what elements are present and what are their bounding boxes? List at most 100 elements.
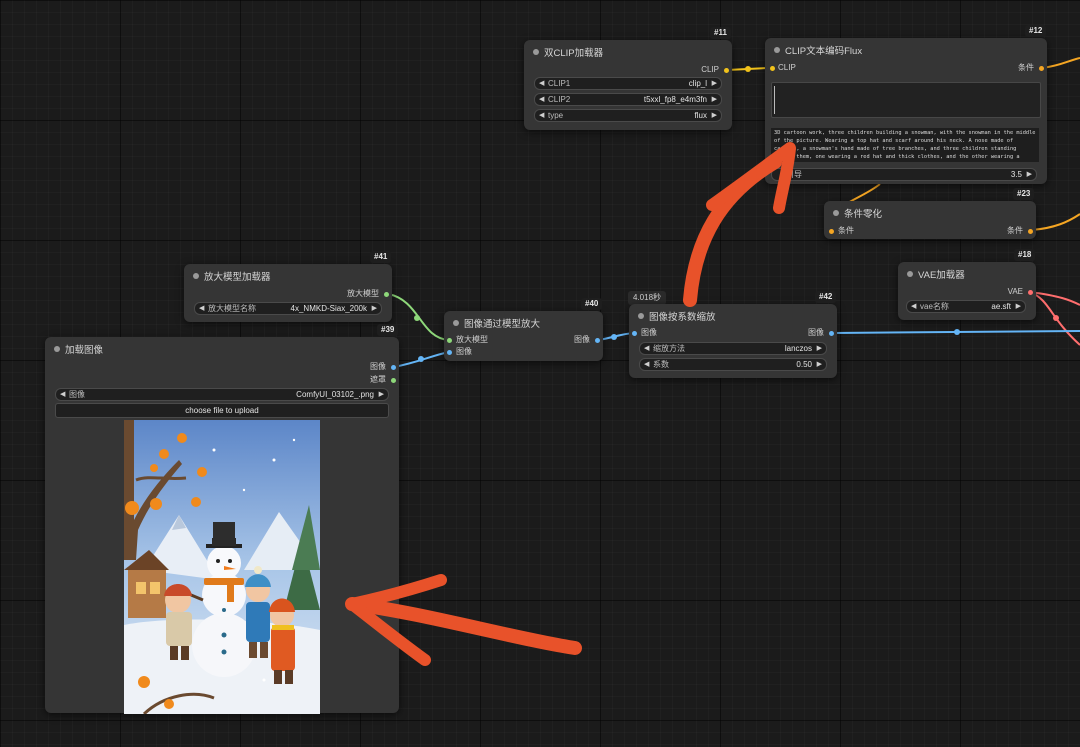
increment-icon[interactable]: ▶ bbox=[379, 389, 384, 400]
increment-icon[interactable]: ▶ bbox=[712, 78, 717, 89]
collapse-dot[interactable] bbox=[533, 49, 539, 55]
output-port-upscale-model[interactable] bbox=[384, 292, 389, 297]
widget-image-file[interactable]: ◀ 图像 ComfyUI_03102_.png ▶ bbox=[55, 388, 389, 401]
increment-icon[interactable]: ▶ bbox=[817, 343, 822, 354]
output-port-conditioning[interactable] bbox=[1039, 66, 1044, 71]
increment-icon[interactable]: ▶ bbox=[372, 303, 377, 314]
widget-value: 0.50 bbox=[796, 360, 812, 369]
widget-type[interactable]: ◀ type flux ▶ bbox=[534, 109, 722, 122]
output-port-clip[interactable] bbox=[724, 68, 729, 73]
input-port-upscale-model[interactable] bbox=[447, 338, 452, 343]
output-label: 图像 bbox=[574, 335, 590, 344]
wire-vae-out bbox=[1029, 291, 1080, 346]
output-label: 放大模型 bbox=[347, 289, 379, 298]
node-header[interactable]: 放大模型加载器 bbox=[184, 264, 392, 288]
upload-button[interactable]: choose file to upload bbox=[55, 403, 389, 418]
node-header[interactable]: 加载图像 bbox=[45, 337, 399, 361]
node-dual-clip-loader[interactable]: 双CLIP加载器 CLIP ◀ CLIP1 clip_l ▶ ◀ CLIP2 t… bbox=[524, 40, 732, 130]
output-port-vae[interactable] bbox=[1028, 290, 1033, 295]
annotation-arrow-prompt bbox=[683, 155, 782, 307]
output-label: CLIP bbox=[701, 65, 719, 74]
increment-icon[interactable]: ▶ bbox=[712, 94, 717, 105]
node-id-badge: #23 bbox=[1013, 188, 1035, 200]
wire-reroute-dot bbox=[1053, 315, 1059, 321]
widget-clip2[interactable]: ◀ CLIP2 t5xxl_fp8_e4m3fn ▶ bbox=[534, 93, 722, 106]
output-port-mask[interactable] bbox=[391, 378, 396, 383]
decrement-icon[interactable]: ◀ bbox=[539, 78, 544, 89]
wire-conditioning-out bbox=[1041, 57, 1080, 69]
increment-icon[interactable]: ▶ bbox=[712, 110, 717, 121]
output-label: 条件 bbox=[1007, 226, 1023, 235]
node-image-upscale-with-model[interactable]: 图像通过模型放大 放大模型 图像 图像 bbox=[444, 311, 603, 361]
decrement-icon[interactable]: ◀ bbox=[539, 110, 544, 121]
widget-clip1[interactable]: ◀ CLIP1 clip_l ▶ bbox=[534, 77, 722, 90]
widget-label: CLIP2 bbox=[548, 95, 571, 104]
collapse-dot[interactable] bbox=[833, 210, 839, 216]
node-clip-text-encode-flux[interactable]: CLIP文本编码Flux CLIP 条件 3D cartoon work, th… bbox=[765, 38, 1047, 184]
input-port-conditioning[interactable] bbox=[829, 229, 834, 234]
increment-icon[interactable]: ▶ bbox=[817, 359, 822, 370]
node-title: 双CLIP加载器 bbox=[544, 48, 604, 59]
wire-reroute-dot bbox=[954, 329, 960, 335]
wire-conditioning-zero-out bbox=[1031, 213, 1080, 231]
node-header[interactable]: 条件零化 bbox=[824, 201, 1036, 225]
widget-label: type bbox=[548, 111, 564, 120]
input-port-image[interactable] bbox=[632, 331, 637, 336]
t5xxl-prompt-input[interactable]: 3D cartoon work, three children building… bbox=[771, 128, 1039, 162]
widget-label: 图像 bbox=[69, 390, 85, 399]
wire-reroute-dot bbox=[418, 356, 424, 362]
decrement-icon[interactable]: ◀ bbox=[539, 94, 544, 105]
collapse-dot[interactable] bbox=[453, 320, 459, 326]
increment-icon[interactable]: ▶ bbox=[1016, 301, 1021, 312]
decrement-icon[interactable]: ◀ bbox=[644, 343, 649, 354]
node-header[interactable]: CLIP文本编码Flux bbox=[765, 38, 1047, 62]
output-port-image[interactable] bbox=[391, 365, 396, 370]
decrement-icon[interactable]: ◀ bbox=[199, 303, 204, 314]
clip-l-text-input[interactable] bbox=[771, 82, 1041, 118]
input-label: 放大模型 bbox=[456, 335, 488, 344]
collapse-dot[interactable] bbox=[54, 346, 60, 352]
widget-value: ComfyUI_03102_.png bbox=[296, 390, 374, 399]
node-title: 条件零化 bbox=[844, 209, 883, 220]
input-port-image[interactable] bbox=[447, 350, 452, 355]
widget-label: vae名称 bbox=[920, 302, 949, 311]
node-id-badge: #41 bbox=[370, 251, 392, 263]
node-title: 图像通过模型放大 bbox=[464, 319, 541, 330]
wire-image-load bbox=[393, 351, 450, 368]
collapse-dot[interactable] bbox=[774, 47, 780, 53]
widget-scale-by[interactable]: ◀ 系数 0.50 ▶ bbox=[639, 358, 827, 371]
node-vae-loader[interactable]: VAE加载器 VAE ◀ vae名称 ae.sft ▶ bbox=[898, 262, 1036, 320]
widget-vae-name[interactable]: ◀ vae名称 ae.sft ▶ bbox=[906, 300, 1026, 313]
widget-upscale-model-name[interactable]: ◀ 放大模型名称 4x_NMKD-Siax_200k ▶ bbox=[194, 302, 382, 315]
input-label: 条件 bbox=[838, 226, 854, 235]
output-label: 图像 bbox=[808, 328, 824, 337]
node-header[interactable]: 图像通过模型放大 bbox=[444, 311, 603, 335]
node-header[interactable]: VAE加载器 bbox=[898, 262, 1036, 286]
decrement-icon[interactable]: ◀ bbox=[911, 301, 916, 312]
collapse-dot[interactable] bbox=[193, 273, 199, 279]
widget-value: ae.sft bbox=[991, 302, 1011, 311]
node-conditioning-zero-out[interactable]: 条件零化 条件 条件 bbox=[824, 201, 1036, 239]
output-port-image[interactable] bbox=[595, 338, 600, 343]
decrement-icon[interactable]: ◀ bbox=[60, 389, 65, 400]
output-port-conditioning[interactable] bbox=[1028, 229, 1033, 234]
node-header[interactable]: 图像按系数缩放 bbox=[629, 304, 837, 328]
wire-reroute-dot bbox=[611, 334, 617, 340]
node-image-scale-by[interactable]: 图像按系数缩放 图像 图像 ◀ 缩放方法 lanczos ▶ ◀ 系数 0.50… bbox=[629, 304, 837, 378]
collapse-dot[interactable] bbox=[907, 271, 913, 277]
output-label: 条件 bbox=[1018, 63, 1034, 72]
output-label: 遮罩 bbox=[370, 375, 386, 384]
wire-image-out bbox=[831, 330, 1080, 334]
widget-upscale-method[interactable]: ◀ 缩放方法 lanczos ▶ bbox=[639, 342, 827, 355]
image-preview bbox=[124, 420, 320, 714]
node-header[interactable]: 双CLIP加载器 bbox=[524, 40, 732, 64]
widget-guidance[interactable]: 引导 3.5 ▶ bbox=[771, 168, 1037, 181]
node-upscale-model-loader[interactable]: 放大模型加载器 放大模型 ◀ 放大模型名称 4x_NMKD-Siax_200k … bbox=[184, 264, 392, 322]
collapse-dot[interactable] bbox=[638, 313, 644, 319]
increment-icon[interactable]: ▶ bbox=[1027, 169, 1032, 180]
decrement-icon[interactable]: ◀ bbox=[644, 359, 649, 370]
output-port-image[interactable] bbox=[829, 331, 834, 336]
wire-vae-out-2 bbox=[1029, 291, 1080, 306]
snowman-illustration bbox=[124, 420, 320, 714]
input-port-clip[interactable] bbox=[770, 66, 775, 71]
